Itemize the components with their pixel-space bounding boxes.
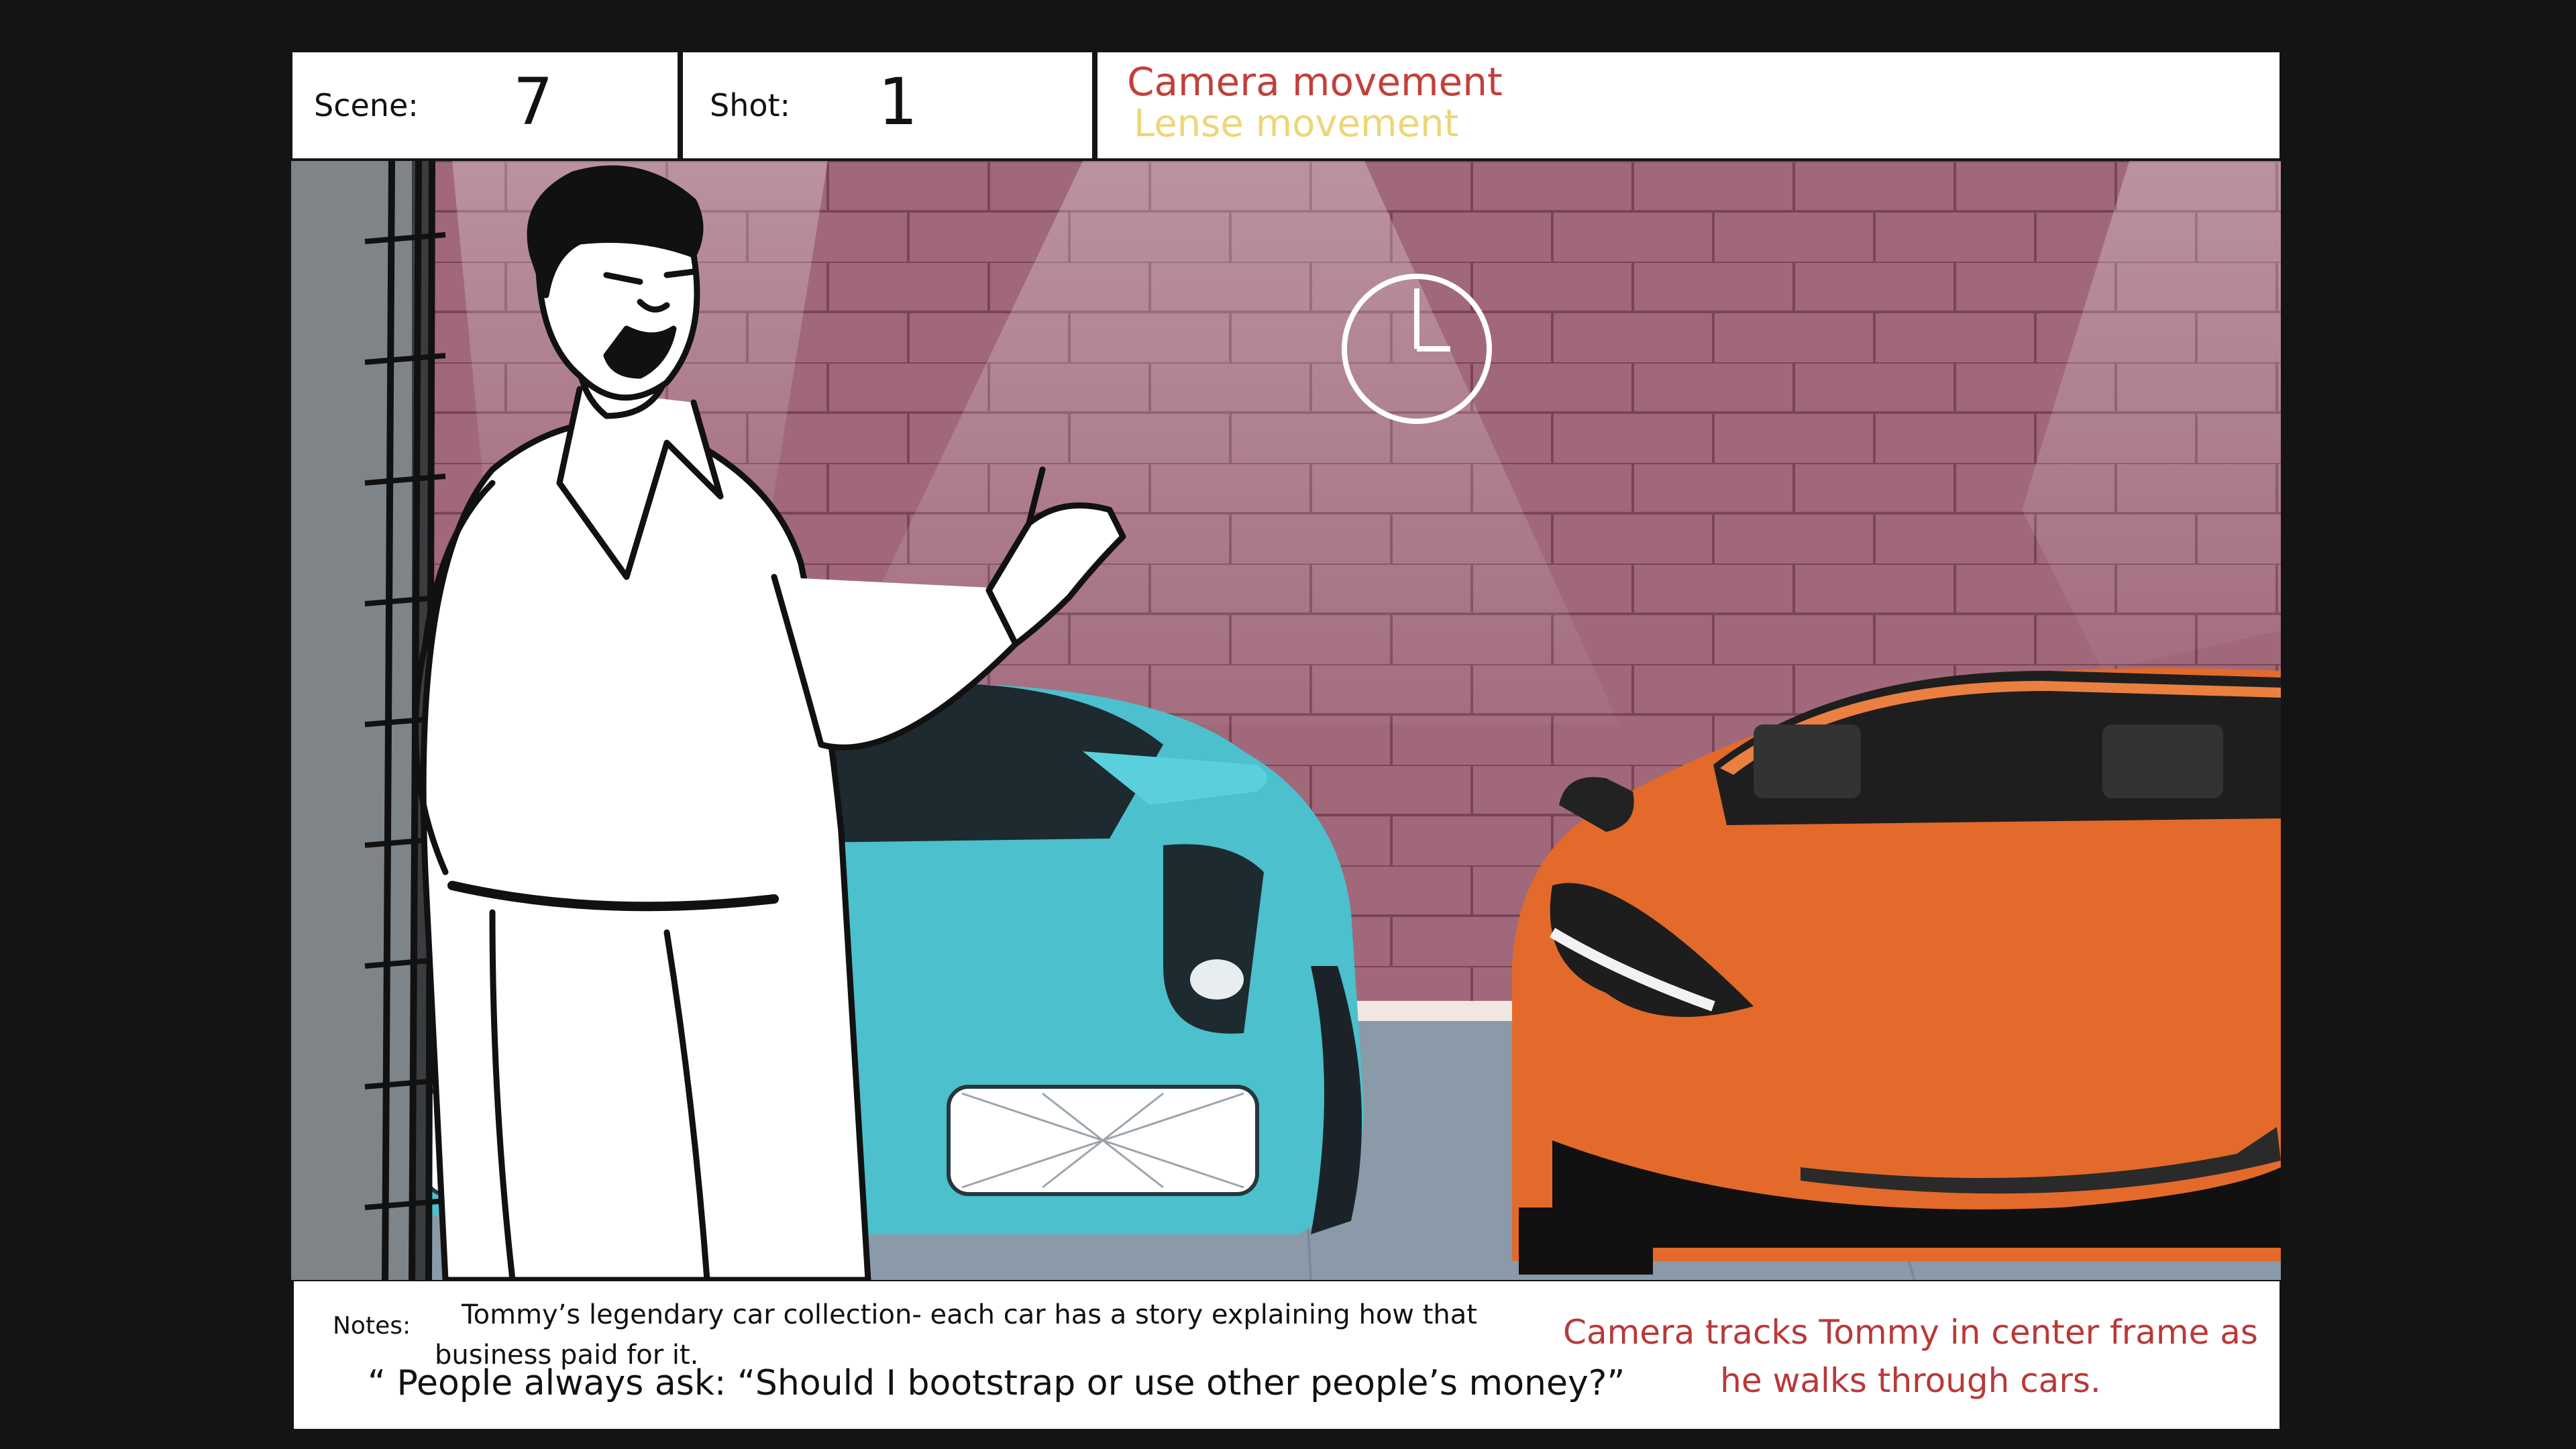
notes-label: Notes: [333,1312,411,1340]
shot-label: Shot: [710,87,791,123]
scene-number: 7 [514,64,553,140]
camera-movement-label: Camera movement [1127,59,1503,105]
shot-number: 1 [877,64,916,140]
movement-cell: Camera movement Lense movement [1097,52,2279,158]
scene-cell: Scene: 7 [292,52,678,158]
scene-label: Scene: [314,87,419,123]
camera-note: Camera tracks Tommy in center frame as h… [1563,1313,2258,1400]
storyboard-panel: Scene: 7 Shot: 1 Camera movement Lense m… [288,48,2284,1433]
lens-movement-label: Lense movement [1134,102,1459,146]
garage-scene [291,161,2281,1280]
scene-illustration [291,161,2281,1280]
notes-line-1: Tommy’s legendary car collection- each c… [462,1299,1477,1330]
dialogue-quote: “ People always ask: “Should I bootstrap… [368,1363,1625,1403]
shot-cell: Shot: 1 [683,52,1092,158]
notes-panel: Notes: Tommy’s legendary car collection-… [294,1281,2279,1429]
